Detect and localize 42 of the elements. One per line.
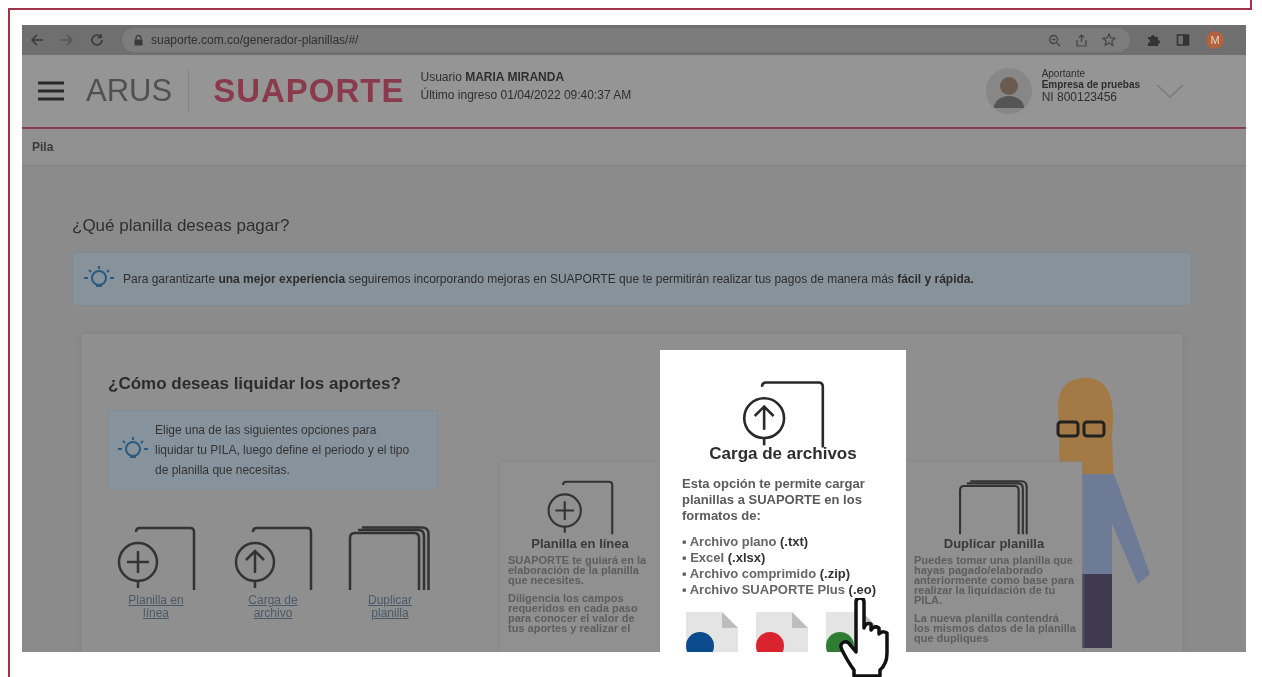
profile-avatar[interactable]: M <box>1206 31 1224 49</box>
product-logo: SUAPORTE <box>213 72 405 110</box>
hint-text: Elige una de las siguientes opciones para liquidar tu PILA, luego define el periodo y el tipo de planilla que necesitas. <box>155 422 411 479</box>
format-item: • Archivo SUAPORTE Plus (.eo) <box>682 582 878 598</box>
brand-logo: ARUS <box>86 73 173 109</box>
format-item: • Excel (.xlsx) <box>682 550 767 566</box>
card-title: Carga de archivos <box>708 444 858 464</box>
account-company: Empresa de pruebas <box>1041 79 1140 90</box>
star-icon[interactable] <box>1102 33 1116 47</box>
back-icon[interactable] <box>30 33 44 47</box>
highlighted-option-card[interactable]: Carga de archivos Esta opción te permite cargar planillas a SUAPORTE en los formatos de: • Archivo plano (.txt) • Excel (.xlsx) • Archivo comprimido (.zip) • Archivo SUAPORTE Plus (.eo) <box>660 350 906 652</box>
stacked-pages-icon <box>958 480 1030 536</box>
format-item: • Archivo plano (.txt) <box>682 534 810 550</box>
account-id: NI 800123456 <box>1041 90 1119 104</box>
format-item: • Archivo comprimido (.zip) <box>682 566 852 582</box>
card-text: Esta opción te permite cargar planillas a SUAPORTE en los formatos de: <box>682 476 866 524</box>
option-card[interactable] <box>906 462 1082 652</box>
option-link[interactable]: Duplicar planilla <box>355 594 425 620</box>
card-title: Duplicar planilla <box>943 536 1045 551</box>
card-title: Planilla en línea <box>531 536 629 551</box>
side-panel-icon[interactable] <box>1176 33 1190 47</box>
last-login: Último ingreso 01/04/2022 09:40:37 AM <box>420 88 632 102</box>
notice-text: Para garantizarte una mejor experiencia seguiremos incorporando mejoras en SUAPORTE que te permitirán realizar tus pagos de manera más fácil y rápida. <box>123 272 974 286</box>
stacked-pages-icon <box>347 526 433 592</box>
puzzle-icon[interactable] <box>1146 33 1160 47</box>
section-title: ¿Cómo deseas liquidar los aportes? <box>108 374 402 394</box>
menu-icon[interactable] <box>38 81 64 101</box>
option-link[interactable]: Carga de archivo <box>238 594 308 620</box>
address-bar[interactable]: suaporte.com.co/generador-planillas/#/ <box>122 28 1130 52</box>
page-title: ¿Qué planilla deseas pagar? <box>72 216 291 236</box>
reload-icon[interactable] <box>90 33 104 47</box>
avatar-silhouette <box>985 68 1032 114</box>
chevron-down-icon[interactable] <box>1156 84 1184 98</box>
lock-icon <box>134 34 143 46</box>
url-text: suaporte.com.co/generador-planillas/#/ <box>151 33 359 47</box>
user-name: Usuario MARIA MIRANDA <box>420 70 566 84</box>
breadcrumb[interactable]: Pila <box>32 140 54 154</box>
zoom-icon[interactable] <box>1048 33 1061 47</box>
share-icon[interactable] <box>1075 33 1088 47</box>
option-link[interactable]: Planilla en línea <box>121 594 191 620</box>
account-role: Aportante <box>1041 68 1086 79</box>
forward-icon[interactable] <box>60 33 74 47</box>
